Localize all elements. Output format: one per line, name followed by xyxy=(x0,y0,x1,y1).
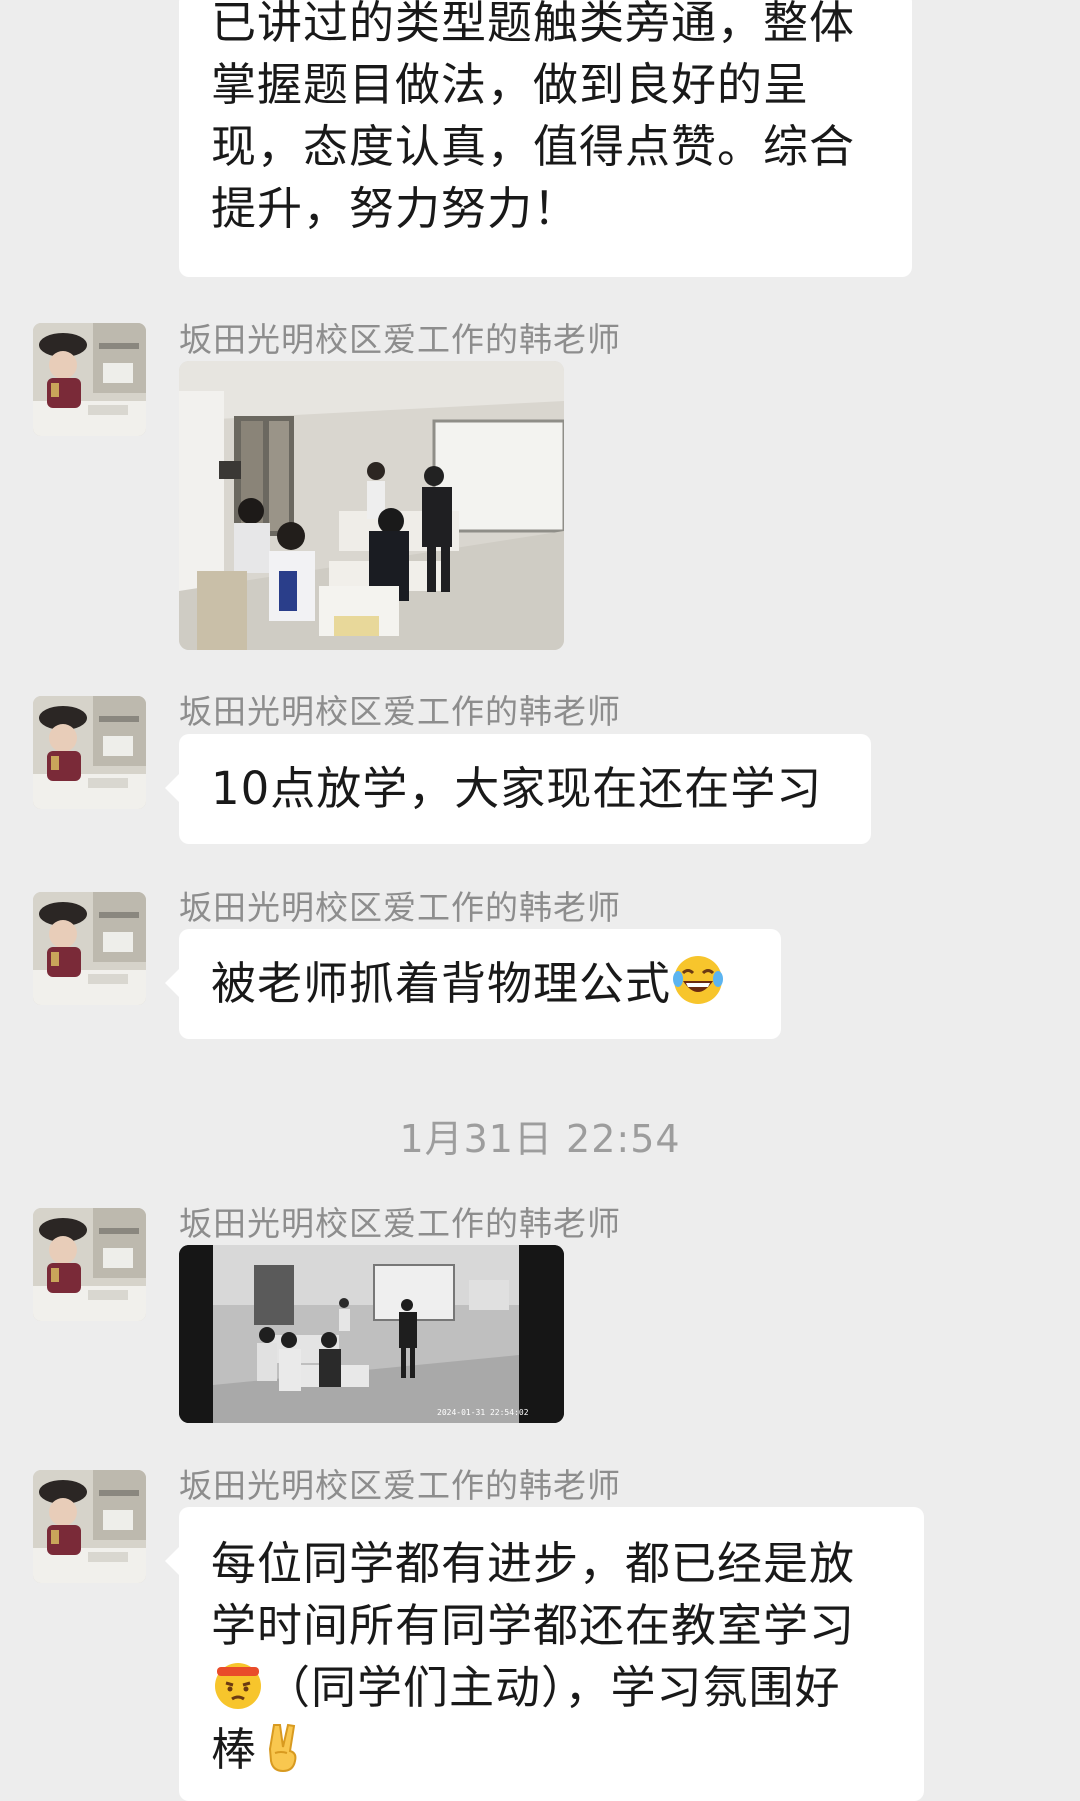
message-line: 现，态度认真，值得点赞。综合 xyxy=(211,120,856,173)
avatar[interactable] xyxy=(33,1208,146,1321)
message-line: （同学们主动），学习氛围好 xyxy=(265,1661,841,1714)
sender-name: 坂田光明校区爱工作的韩老师 xyxy=(179,888,621,927)
avatar[interactable] xyxy=(33,323,146,436)
message-line: 棒 xyxy=(211,1723,258,1776)
message-bubble[interactable]: 每位同学都有进步，都已经是放 学时间所有同学都还在教室学习 （同学们主动），学习… xyxy=(165,1507,924,1801)
victory-hand-emoji xyxy=(257,1719,311,1773)
classroom-photo[interactable] xyxy=(179,361,564,650)
cctv-overlay-timestamp: 2024-01-31 22:54:02 xyxy=(437,1408,529,1417)
sender-name: 坂田光明校区爱工作的韩老师 xyxy=(179,1204,621,1243)
sender-name: 坂田光明校区爱工作的韩老师 xyxy=(179,320,621,359)
message-bubble[interactable]: 10点放学，大家现在还在学习 xyxy=(165,734,871,844)
avatar[interactable] xyxy=(33,1470,146,1583)
sender-name: 坂田光明校区爱工作的韩老师 xyxy=(179,692,621,731)
message-text: 被老师抓着背物理公式 xyxy=(211,957,672,1010)
laughing-tears-emoji xyxy=(671,953,725,1007)
sender-name: 坂田光明校区爱工作的韩老师 xyxy=(179,1466,621,1505)
avatar[interactable] xyxy=(33,696,146,809)
message-line: 掌握题目做法，做到良好的呈 xyxy=(211,58,810,111)
determined-face-emoji xyxy=(211,1657,265,1711)
message-line: 学时间所有同学都还在教室学习 xyxy=(211,1599,856,1652)
cctv-classroom-photo[interactable]: 2024-01-31 22:54:02 xyxy=(179,1245,564,1423)
message-line: 提升，努力努力！ xyxy=(211,182,580,235)
avatar[interactable] xyxy=(33,892,146,1005)
message-text: 10点放学，大家现在还在学习 xyxy=(211,762,823,815)
timestamp: 1月31日 22:54 xyxy=(399,1117,681,1161)
message-bubble[interactable]: 被老师抓着背物理公式 xyxy=(165,929,781,1039)
message-line: 已讲过的类型题触类旁通，整体 xyxy=(211,0,856,49)
chat-area[interactable]: 已讲过的类型题触类旁通，整体 掌握题目做法，做到良好的呈 现，态度认真，值得点赞… xyxy=(0,0,1080,1801)
message-line: 每位同学都有进步，都已经是放 xyxy=(211,1537,856,1590)
message-bubble[interactable]: 已讲过的类型题触类旁通，整体 掌握题目做法，做到良好的呈 现，态度认真，值得点赞… xyxy=(179,0,912,277)
